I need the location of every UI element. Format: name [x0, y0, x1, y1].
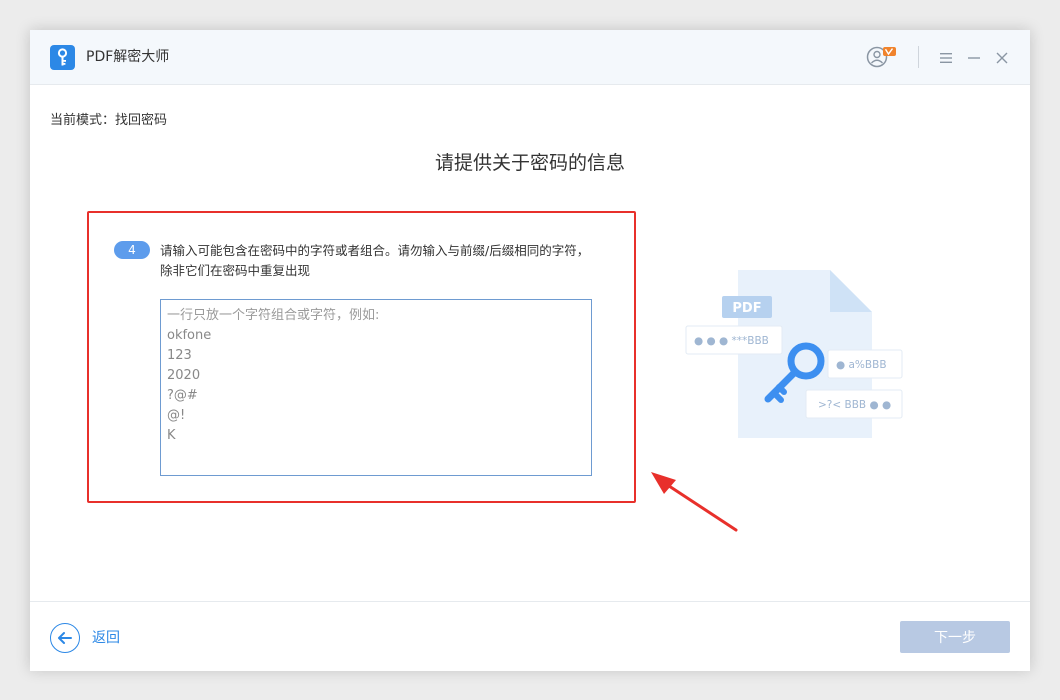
app-title: PDF解密大师	[86, 49, 170, 65]
red-arrow-annotation	[640, 460, 745, 539]
page-title: 请提供关于密码的信息	[434, 152, 625, 174]
current-mode-label: 当前模式：找回密码	[50, 113, 168, 128]
minimize-icon[interactable]	[967, 50, 981, 69]
back-button-label: 返回	[92, 630, 120, 646]
title-bar: PDF解密大师	[30, 30, 1030, 85]
menu-icon[interactable]	[939, 50, 953, 69]
password-card-3-text: >?< BBB ● ●	[818, 399, 891, 411]
step-instruction: 请输入可能包含在密码中的字符或者组合。请勿输入与前缀/后缀相同的字符，除非它们在…	[160, 243, 590, 278]
app-window: PDF解密大师 当前模式：找回密码 请提供关于密码的信息 4 请输入可能包含在密…	[30, 30, 1030, 671]
next-step-button[interactable]: 下一步	[900, 621, 1010, 653]
password-card-2-text: ● a%BBB	[836, 359, 887, 371]
key-logo-icon	[50, 45, 75, 70]
pdf-tag-label: PDF	[732, 301, 761, 316]
titlebar-divider	[918, 46, 919, 68]
close-icon[interactable]	[995, 50, 1009, 69]
step-number-badge: 4	[114, 241, 150, 259]
pdf-key-illustration: PDF ● ● ● ***BBB ● a%BBB >?< BBB ● ●	[680, 266, 910, 450]
back-arrow-icon	[50, 623, 80, 653]
footer-bar: 返回 下一步	[30, 601, 1030, 671]
password-chars-input[interactable]	[160, 299, 592, 476]
user-vip-icon[interactable]	[866, 45, 900, 73]
password-card-1-text: ● ● ● ***BBB	[694, 335, 769, 347]
